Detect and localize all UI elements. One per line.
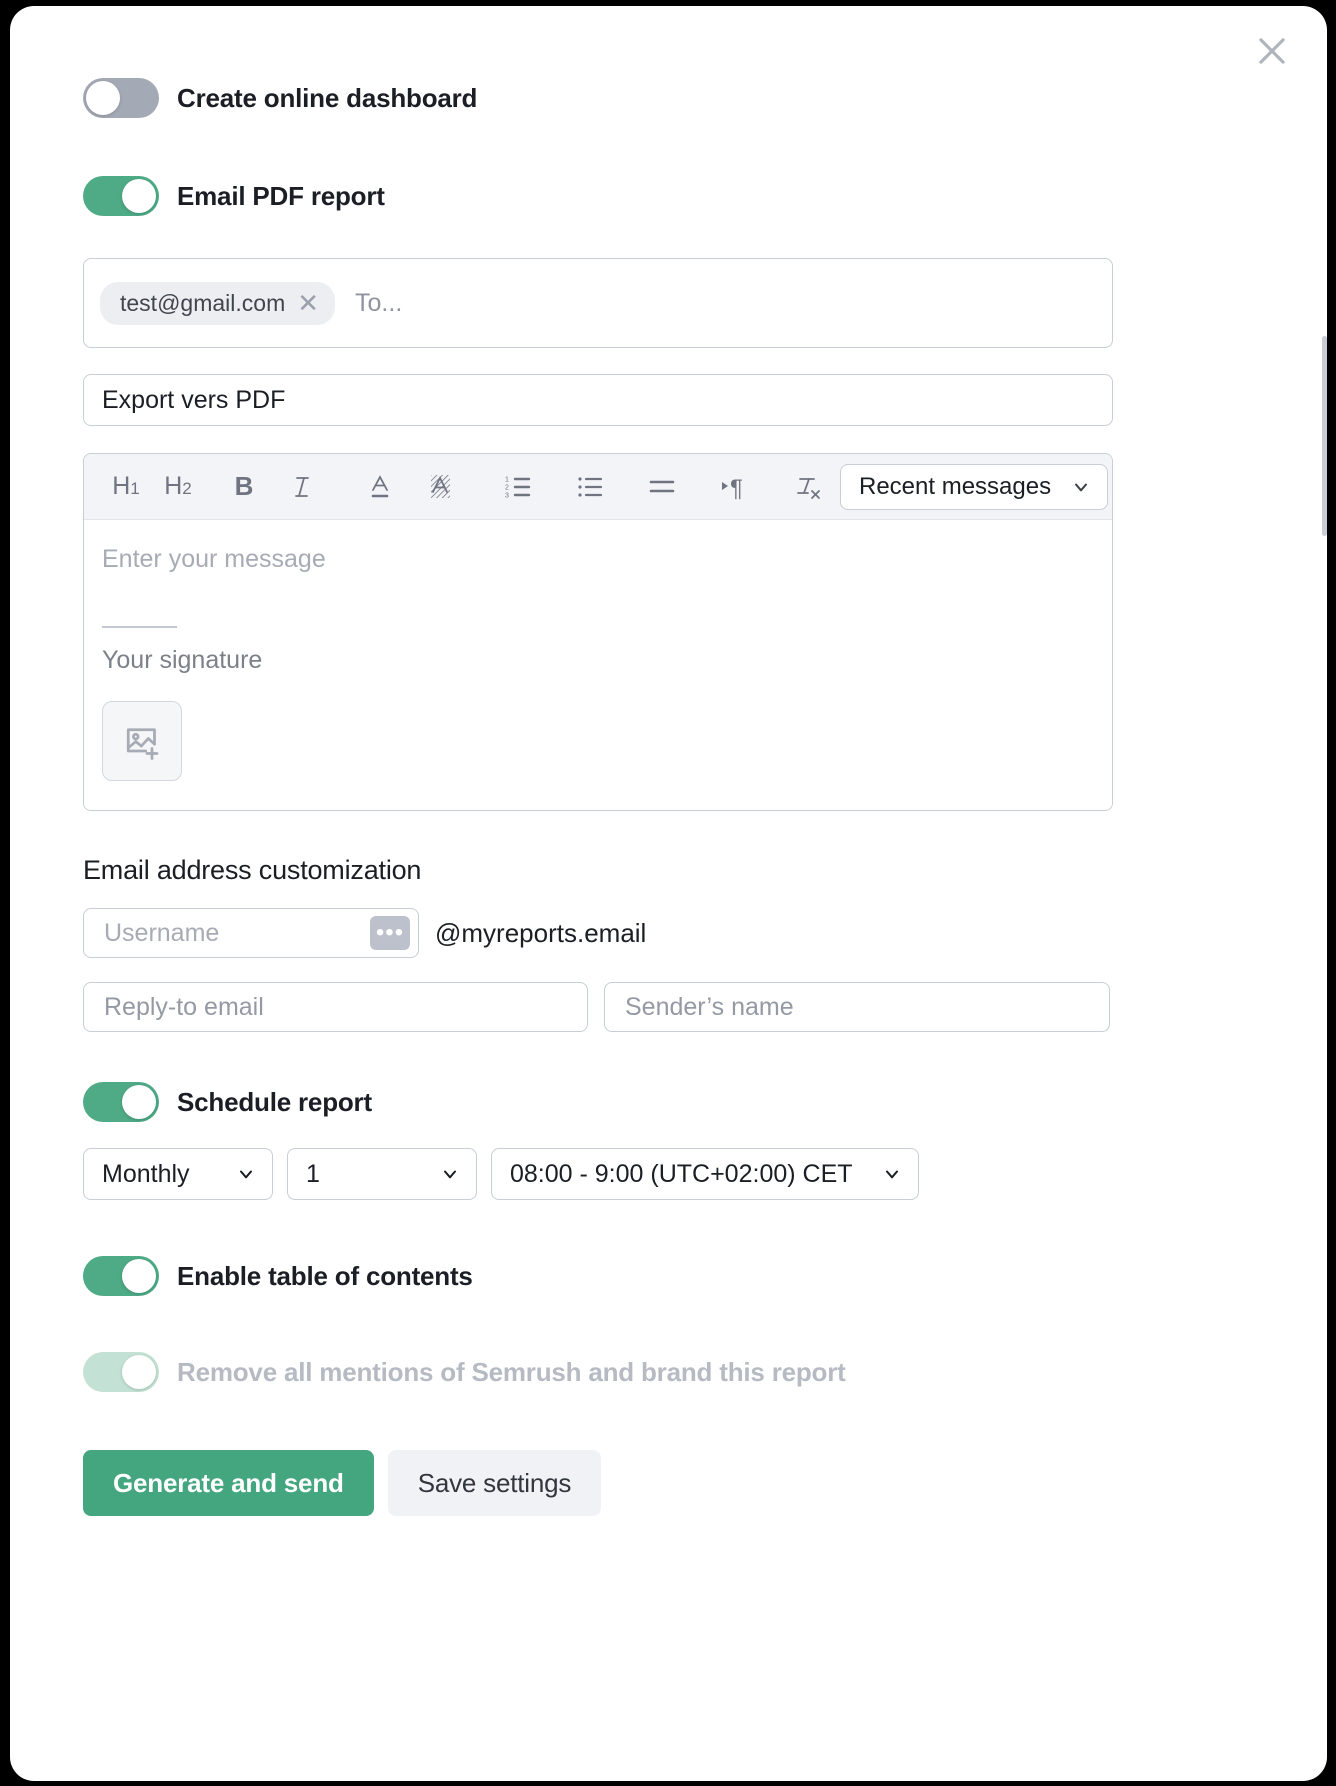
add-image-icon[interactable] [102, 700, 182, 781]
generate-and-send-button[interactable]: Generate and send [83, 1450, 374, 1516]
recipient-chip: test@gmail.com ✕ [100, 281, 336, 325]
create-dashboard-row: Create online dashboard [83, 78, 1113, 118]
toc-row: Enable table of contents [83, 1256, 1113, 1296]
toggle-create-online-dashboard[interactable] [83, 78, 159, 118]
bold-icon[interactable]: B [220, 463, 268, 511]
recipients-placeholder: To... [355, 288, 403, 317]
sender-name-field[interactable] [604, 982, 1110, 1032]
recent-messages-select[interactable]: Recent messages [840, 463, 1108, 510]
toggle-schedule-report[interactable] [83, 1082, 159, 1122]
subject-value: Export vers PDF [102, 385, 286, 414]
chevron-down-icon [440, 1164, 460, 1184]
toc-label: Enable table of contents [177, 1260, 473, 1291]
report-settings-modal: Create online dashboard Email PDF report… [10, 6, 1327, 1781]
recipient-email: test@gmail.com [120, 289, 286, 316]
editor-toolbar: H1 H2 B 1 2 3 ¶ Recent messages [84, 454, 1112, 520]
toggle-knob [122, 179, 156, 213]
modal-content: Create online dashboard Email PDF report… [83, 6, 1113, 1576]
username-row: ••• @myreports.email [83, 908, 1113, 958]
signature-divider [102, 625, 177, 628]
message-editor: H1 H2 B 1 2 3 ¶ Recent messages Enter yo… [83, 453, 1113, 811]
schedule-report-row: Schedule report [83, 1082, 1113, 1122]
schedule-controls: Monthly 1 08:00 - 9:00 (UTC+02:00) CET [83, 1148, 1113, 1200]
schedule-report-label: Schedule report [177, 1086, 372, 1117]
close-icon[interactable] [1247, 26, 1297, 76]
username-dots-badge: ••• [370, 916, 410, 950]
message-placeholder: Enter your message [102, 545, 326, 573]
whitelabel-label: Remove all mentions of Semrush and brand… [177, 1356, 846, 1387]
italic-icon[interactable] [278, 463, 326, 511]
recipients-input[interactable]: test@gmail.com ✕ To... [83, 258, 1113, 348]
save-settings-button[interactable]: Save settings [387, 1450, 602, 1516]
whitelabel-row: Remove all mentions of Semrush and brand… [83, 1352, 1113, 1392]
frequency-value: Monthly [102, 1159, 190, 1188]
align-left-icon[interactable] [638, 463, 686, 511]
subject-field[interactable]: Export vers PDF [83, 374, 1113, 426]
toggle-knob [122, 1085, 156, 1119]
bulleted-list-icon[interactable] [566, 463, 614, 511]
recent-messages-value: Recent messages [859, 472, 1052, 500]
email-pdf-row: Email PDF report [83, 176, 1113, 216]
time-select[interactable]: 08:00 - 9:00 (UTC+02:00) CET [491, 1148, 919, 1200]
toggle-knob [122, 1355, 156, 1389]
highlight-color-icon[interactable] [416, 463, 464, 511]
toggle-email-pdf-report[interactable] [83, 176, 159, 216]
toggle-knob [86, 81, 120, 115]
chevron-down-icon [236, 1164, 256, 1184]
reply-sender-row [83, 982, 1113, 1032]
heading-1-icon[interactable]: H1 [102, 463, 150, 511]
username-input[interactable] [102, 917, 370, 949]
chevron-down-icon [1071, 477, 1091, 497]
reply-to-field[interactable] [83, 982, 588, 1032]
time-value: 08:00 - 9:00 (UTC+02:00) CET [510, 1159, 853, 1188]
svg-text:2: 2 [505, 484, 509, 491]
modal-footer: Generate and send Save settings [83, 1450, 1113, 1576]
email-pdf-label: Email PDF report [177, 180, 385, 211]
scrollbar[interactable] [1322, 336, 1327, 536]
toggle-remove-semrush-branding [83, 1352, 159, 1392]
create-dashboard-label: Create online dashboard [177, 82, 478, 113]
signature-text: Your signature [102, 645, 263, 674]
svg-text:1: 1 [505, 476, 509, 483]
indent-icon[interactable]: ¶ [710, 463, 758, 511]
message-body[interactable]: Enter your message Your signature [84, 520, 1112, 810]
chevron-down-icon [882, 1164, 902, 1184]
ordered-list-icon[interactable]: 1 2 3 [494, 463, 542, 511]
clear-formatting-icon[interactable] [784, 463, 832, 511]
day-value: 1 [306, 1159, 320, 1188]
text-color-icon[interactable] [356, 463, 404, 511]
close-icon[interactable]: ✕ [297, 290, 319, 316]
day-select[interactable]: 1 [287, 1148, 477, 1200]
screen: Create online dashboard Email PDF report… [0, 0, 1336, 1786]
reply-to-input[interactable] [102, 991, 569, 1023]
svg-text:3: 3 [505, 492, 509, 499]
toggle-enable-table-of-contents[interactable] [83, 1256, 159, 1296]
toggle-knob [122, 1259, 156, 1293]
email-domain-suffix: @myreports.email [435, 917, 647, 948]
frequency-select[interactable]: Monthly [83, 1148, 273, 1200]
email-customization-title: Email address customization [83, 855, 422, 885]
username-field[interactable]: ••• [83, 908, 419, 958]
heading-2-icon[interactable]: H2 [154, 463, 202, 511]
svg-text:¶: ¶ [730, 475, 743, 500]
sender-name-input[interactable] [623, 991, 1091, 1023]
